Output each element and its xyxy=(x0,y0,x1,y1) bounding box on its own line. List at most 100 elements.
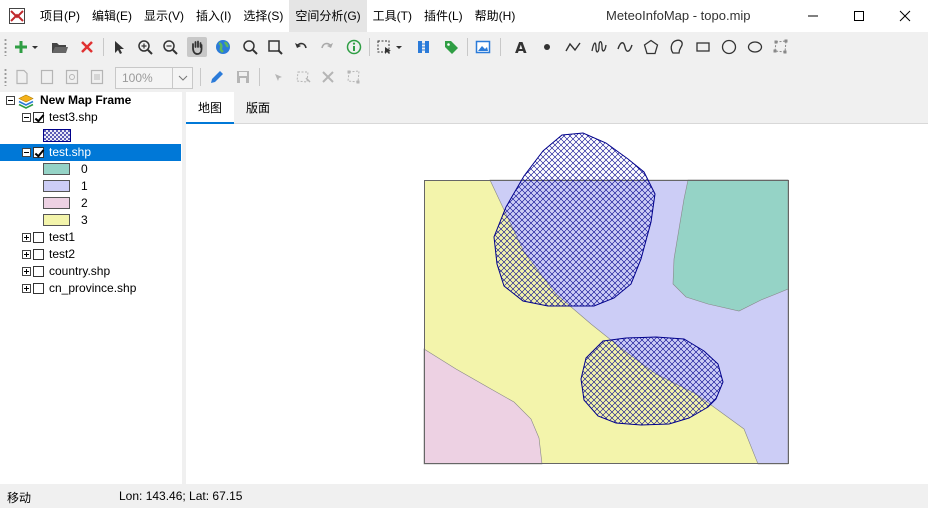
expand-toggle[interactable] xyxy=(22,284,31,293)
layer-visibility-checkbox[interactable] xyxy=(33,249,44,260)
full-extent-globe-icon xyxy=(216,40,230,54)
edit-vertices-tool[interactable] xyxy=(771,37,791,57)
text-tool[interactable]: A xyxy=(510,37,530,57)
minimize-icon xyxy=(808,15,818,17)
layout-page-button[interactable] xyxy=(37,67,57,87)
title-bar: 项目(P) 编辑(E) 显示(V) 插入(I) 选择(S) 空间分析(G) 工具… xyxy=(0,0,928,32)
collapse-toggle[interactable] xyxy=(22,148,31,157)
layer-visibility-checkbox[interactable] xyxy=(33,147,44,158)
select-features-button[interactable] xyxy=(375,37,405,57)
circle-tool[interactable] xyxy=(719,37,739,57)
remove-layer-button[interactable] xyxy=(77,37,97,57)
add-feature-button[interactable] xyxy=(293,67,313,87)
attribute-table-button[interactable] xyxy=(414,37,434,57)
app-logo-icon xyxy=(9,8,25,24)
layer-visibility-checkbox[interactable] xyxy=(33,266,44,277)
curve-tool[interactable] xyxy=(615,37,635,57)
undo-button[interactable] xyxy=(291,37,311,57)
menu-view[interactable]: 显示(V) xyxy=(138,0,190,32)
legend-swatch-hatch xyxy=(43,129,71,142)
menu-select[interactable]: 选择(S) xyxy=(237,0,289,32)
map-canvas[interactable] xyxy=(186,124,928,484)
add-image-button[interactable] xyxy=(473,37,493,57)
curve-polygon-tool[interactable] xyxy=(667,37,687,57)
edit-button[interactable] xyxy=(207,67,227,87)
point-icon xyxy=(544,44,550,50)
polyline-icon xyxy=(565,42,581,52)
zoom-combobox[interactable]: 100% xyxy=(115,67,193,89)
layout-zoom-button[interactable] xyxy=(62,67,82,87)
minimize-button[interactable] xyxy=(790,0,836,32)
zoom-in-tool[interactable] xyxy=(135,37,155,57)
polyline-tool[interactable] xyxy=(563,37,583,57)
point-tool[interactable] xyxy=(537,37,557,57)
pan-tool[interactable] xyxy=(187,37,207,57)
select-tool[interactable] xyxy=(109,37,129,57)
menu-insert[interactable]: 插入(I) xyxy=(190,0,237,32)
toolbar-grip[interactable] xyxy=(4,38,7,56)
collapse-toggle[interactable] xyxy=(6,96,15,105)
layer-visibility-checkbox[interactable] xyxy=(33,112,44,123)
edit-tool-button[interactable] xyxy=(268,67,288,87)
redo-icon xyxy=(321,42,333,49)
layer-node-cn-province[interactable]: cn_province.shp xyxy=(0,280,182,297)
remove-icon xyxy=(81,41,93,53)
menu-project[interactable]: 项目(P) xyxy=(34,0,86,32)
tab-map[interactable]: 地图 xyxy=(186,92,235,124)
fit-page-button[interactable] xyxy=(87,67,107,87)
rectangle-tool[interactable] xyxy=(693,37,713,57)
open-button[interactable] xyxy=(50,37,70,57)
polygon-tool[interactable] xyxy=(641,37,661,57)
menu-plugins[interactable]: 插件(L) xyxy=(418,0,469,32)
identify-button[interactable] xyxy=(344,37,364,57)
close-button[interactable] xyxy=(882,0,928,32)
add-layer-button[interactable] xyxy=(12,37,40,57)
ellipse-tool[interactable] xyxy=(745,37,765,57)
tab-layout[interactable]: 版面 xyxy=(234,92,282,124)
menu-help[interactable]: 帮助(H) xyxy=(469,0,522,32)
layer-label: country.shp xyxy=(49,264,111,278)
freehand-tool[interactable] xyxy=(589,37,609,57)
new-layout-button[interactable] xyxy=(12,67,32,87)
zoom-out-tool[interactable] xyxy=(160,37,180,57)
save-edits-button[interactable] xyxy=(233,67,253,87)
expand-toggle[interactable] xyxy=(22,233,31,242)
expand-toggle[interactable] xyxy=(22,267,31,276)
collapse-toggle[interactable] xyxy=(22,113,31,122)
legend-class-label: 3 xyxy=(81,213,88,227)
full-extent-button[interactable] xyxy=(213,37,233,57)
curve-polygon-icon xyxy=(670,39,683,54)
magnifier-tool[interactable] xyxy=(240,37,260,57)
fit-page-icon xyxy=(90,69,104,85)
layer-visibility-checkbox[interactable] xyxy=(33,232,44,243)
zoom-value: 100% xyxy=(122,71,153,85)
layer-node-country[interactable]: country.shp xyxy=(0,263,182,280)
toolbar-grip[interactable] xyxy=(4,68,7,86)
layer-node-test[interactable]: test.shp xyxy=(0,144,181,161)
zoom-dropdown-button[interactable] xyxy=(172,68,192,88)
legend-class-label: 0 xyxy=(81,162,88,176)
layer-node-test1[interactable]: test1 xyxy=(0,229,182,246)
map-frame-label: New Map Frame xyxy=(40,93,132,107)
delete-icon xyxy=(322,71,334,83)
map-frame-node[interactable]: New Map Frame xyxy=(0,92,182,109)
layer-node-test2[interactable]: test2 xyxy=(0,246,182,263)
legend-swatch xyxy=(43,180,70,192)
layer-node-test3[interactable]: test3.shp xyxy=(0,109,182,126)
menu-edit[interactable]: 编辑(E) xyxy=(86,0,138,32)
redo-button[interactable] xyxy=(317,37,337,57)
zoom-rectangle-tool[interactable] xyxy=(265,37,285,57)
menu-tools[interactable]: 工具(T) xyxy=(367,0,418,32)
delete-feature-button[interactable] xyxy=(318,67,338,87)
label-tag-icon xyxy=(445,41,458,54)
layer-visibility-checkbox[interactable] xyxy=(33,283,44,294)
map-view[interactable] xyxy=(186,124,928,484)
maximize-button[interactable] xyxy=(836,0,882,32)
expand-toggle[interactable] xyxy=(22,250,31,259)
label-button[interactable] xyxy=(441,37,461,57)
window-title: MeteoInfoMap - topo.mip xyxy=(606,8,751,23)
chevron-down-icon xyxy=(178,75,187,81)
reshape-feature-button[interactable] xyxy=(344,67,364,87)
menu-spatial-analysis[interactable]: 空间分析(G) xyxy=(289,0,367,32)
page-setup-icon xyxy=(40,69,54,85)
